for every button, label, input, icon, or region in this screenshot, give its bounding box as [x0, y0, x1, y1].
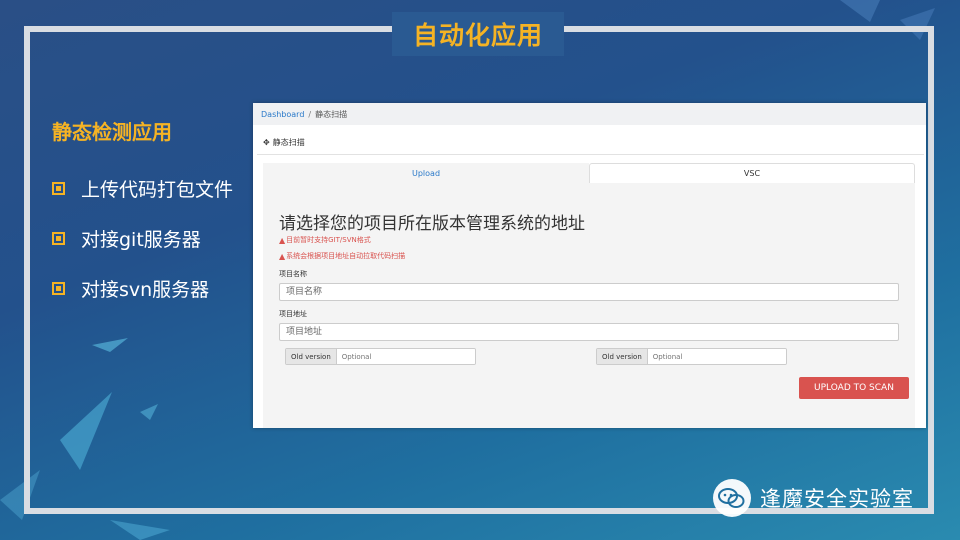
- card-header: ✥ 静态扫描: [257, 131, 924, 155]
- old-version-addon: Old version: [597, 349, 648, 364]
- old-version-addon: Old version: [286, 349, 337, 364]
- square-bullet-icon: [52, 231, 65, 245]
- project-url-label: 项目地址: [279, 310, 307, 318]
- square-bullet-icon: [52, 281, 65, 295]
- bullet-item: 对接svn服务器: [52, 276, 233, 301]
- card-title: 静态扫描: [272, 138, 305, 147]
- form-heading: 请选择您的项目所在版本管理系统的地址: [279, 214, 585, 234]
- bullet-text: 上传代码打包文件: [81, 178, 234, 201]
- wechat-icon: [713, 479, 751, 517]
- warning-text: 目前暂时支持GIT/SVN格式: [286, 236, 371, 244]
- slide-title: 自动化应用: [412, 21, 543, 50]
- tab-upload[interactable]: Upload: [263, 163, 589, 183]
- warning-icon: ▲: [279, 251, 286, 261]
- slide-title-box: 自动化应用: [392, 12, 564, 56]
- old-version-group-left: Old version: [285, 348, 476, 365]
- breadcrumb-dashboard-link[interactable]: Dashboard: [261, 110, 304, 119]
- tab-bar: Upload VSC: [263, 163, 915, 183]
- old-version-input-right[interactable]: [647, 349, 786, 364]
- bullet-item: 对接git服务器: [52, 226, 233, 251]
- project-name-label: 项目名称: [279, 270, 307, 278]
- bullet-item: 上传代码打包文件: [52, 176, 234, 201]
- project-name-input[interactable]: [279, 283, 899, 301]
- breadcrumb-current: 静态扫描: [315, 109, 348, 119]
- bullet-list: 上传代码打包文件 对接git服务器 对接svn服务器: [52, 176, 233, 326]
- square-bullet-icon: [52, 181, 65, 195]
- warning-message: ▲ 系统会根据项目地址自动拉取代码扫描: [279, 251, 405, 261]
- tab-vsc[interactable]: VSC: [589, 163, 915, 183]
- bullet-text: 对接svn服务器: [81, 278, 210, 301]
- old-version-group-right: Old version: [596, 348, 787, 365]
- watermark-text: 逢魔安全实验室: [760, 487, 914, 511]
- section-title: 静态检测应用: [52, 120, 172, 144]
- old-version-input-left[interactable]: [336, 349, 475, 364]
- app-screenshot-panel: Dashboard / 静态扫描 ✥ 静态扫描 Upload VSC 请选择您的…: [253, 103, 926, 428]
- move-icon: ✥: [263, 138, 270, 147]
- breadcrumb-separator: /: [308, 109, 312, 119]
- warning-message: ▲ 目前暂时支持GIT/SVN格式: [279, 235, 371, 245]
- upload-to-scan-button[interactable]: UPLOAD TO SCAN: [799, 377, 909, 399]
- warning-icon: ▲: [279, 235, 286, 245]
- watermark: 逢魔安全实验室: [712, 478, 914, 518]
- warning-text: 系统会根据项目地址自动拉取代码扫描: [286, 252, 406, 260]
- tab-content: 请选择您的项目所在版本管理系统的地址 ▲ 目前暂时支持GIT/SVN格式 ▲ 系…: [263, 183, 915, 428]
- breadcrumb: Dashboard / 静态扫描: [253, 103, 926, 125]
- bullet-text: 对接git服务器: [81, 228, 201, 251]
- project-url-input[interactable]: [279, 323, 899, 341]
